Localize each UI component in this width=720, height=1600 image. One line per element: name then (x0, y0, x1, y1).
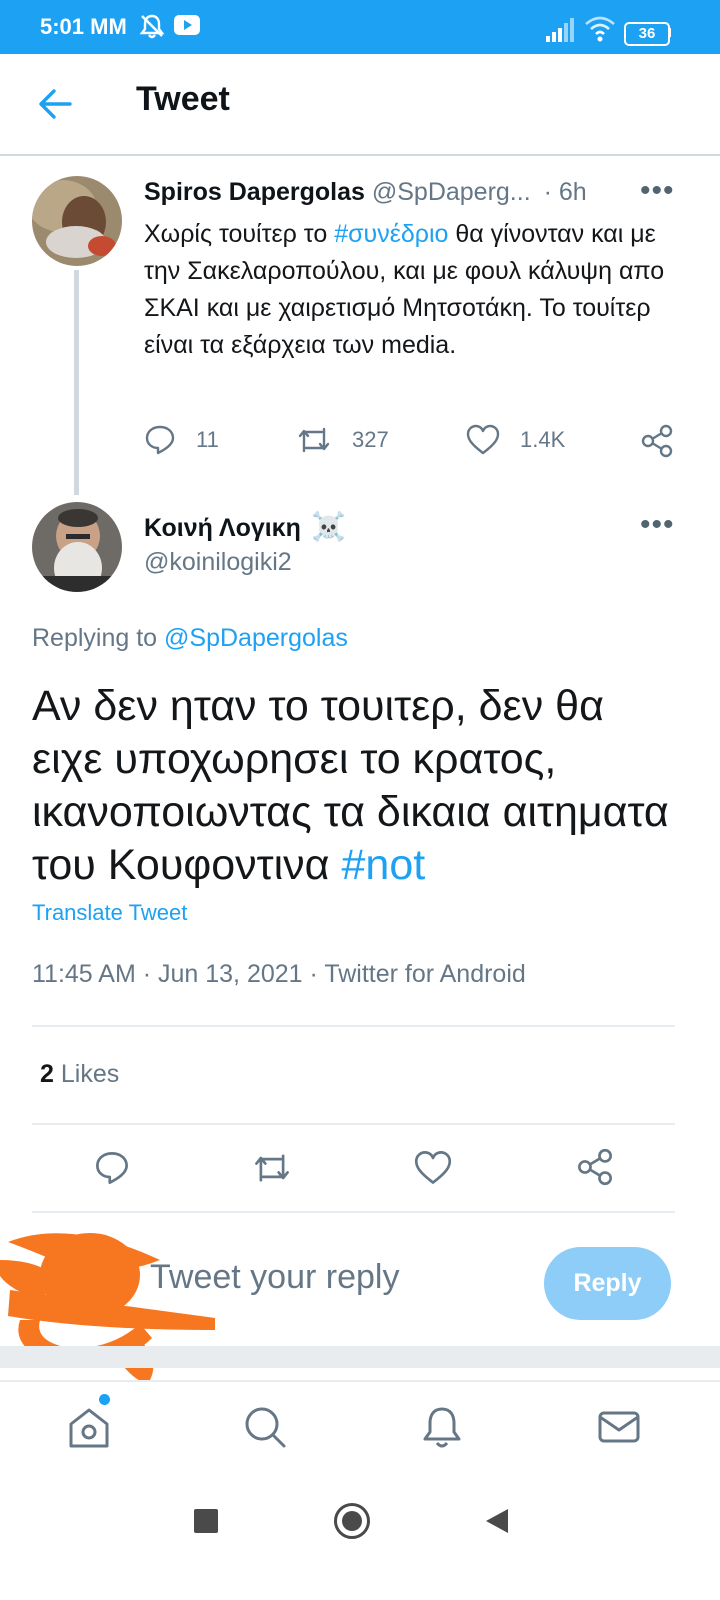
signal-icon (546, 18, 574, 42)
reply-submit-button[interactable]: Reply (544, 1247, 671, 1320)
retweet-icon (298, 427, 330, 453)
tweet-time[interactable]: 6h (559, 178, 587, 206)
battery-level: 36 (638, 25, 656, 42)
replying-to: Replying to @SpDapergolas (32, 624, 348, 653)
focused-display-name[interactable]: Κοινή Λογικη ☠️ (144, 510, 346, 543)
page-title: Tweet (136, 80, 230, 118)
replying-to-handle[interactable]: @SpDapergolas (164, 624, 348, 652)
translate-tweet-link[interactable]: Translate Tweet (32, 900, 187, 926)
tweet-header: Spiros Dapergolas @SpDaperg... · 6h (144, 178, 664, 207)
skull-crossbones-icon: ☠️ (311, 511, 347, 542)
back-triangle-icon[interactable] (484, 1507, 510, 1535)
time-separator: · (543, 178, 552, 206)
battery-tip (668, 28, 671, 37)
retweet-icon (255, 1154, 289, 1182)
hashtag-link[interactable]: #συνέδριο (334, 220, 448, 248)
section-separator (0, 1346, 720, 1368)
focused-tweet-text: Αν δεν ηταν το τουιτερ, δεν θα ειχε υποχ… (32, 680, 682, 892)
tweet-text-part1: Χωρίς τουίτερ το (144, 220, 335, 248)
wifi-icon (585, 16, 615, 42)
app-header: Tweet (0, 54, 720, 156)
like-count: 1.4K (520, 427, 566, 452)
android-nav-bar (0, 1472, 720, 1600)
new-content-dot (99, 1394, 110, 1405)
mute-icon (139, 14, 165, 39)
like-action[interactable]: 1.4K (466, 424, 565, 456)
divider (32, 1123, 675, 1125)
recents-icon[interactable] (194, 1509, 218, 1533)
reply-icon (145, 425, 175, 455)
home-circle-icon[interactable] (334, 1503, 370, 1539)
notifications-icon (423, 1407, 461, 1448)
share-icon (578, 1148, 612, 1186)
nav-search[interactable] (242, 1404, 288, 1455)
tweet-timestamp: 11:45 AM · Jun 13, 2021 · Twitter for An… (32, 960, 526, 988)
home-circle-inner (342, 1511, 362, 1531)
likes-label: Likes (60, 1060, 120, 1088)
reply-action[interactable]: 11 (144, 424, 219, 456)
share-button[interactable] (576, 1148, 614, 1191)
avatar[interactable] (32, 502, 122, 592)
heart-icon (414, 1151, 452, 1184)
reply-icon (96, 1152, 128, 1184)
search-icon (245, 1407, 286, 1448)
heart-icon (466, 424, 500, 455)
status-time: 5:01 MM (40, 14, 127, 39)
divider (32, 1025, 675, 1027)
nav-notifications[interactable] (419, 1404, 465, 1455)
reply-count: 11 (196, 427, 219, 452)
back-button[interactable] (30, 80, 82, 128)
more-options-icon[interactable]: ••• (640, 508, 675, 542)
reply-button[interactable] (94, 1150, 130, 1191)
battery-icon: 36 (624, 22, 670, 46)
share-action[interactable] (640, 424, 674, 458)
nav-home[interactable] (66, 1394, 112, 1455)
home-icon (69, 1408, 109, 1448)
thread-line (74, 270, 79, 495)
nav-messages[interactable] (596, 1404, 642, 1455)
messages-icon (598, 1411, 640, 1443)
status-bar: 5:01 MM 36 (0, 0, 720, 54)
handle[interactable]: @koinilogiki2 (144, 548, 292, 577)
likes-summary[interactable]: 2 Likes (40, 1060, 119, 1089)
display-name[interactable]: Κοινή Λογικη (144, 514, 301, 542)
likes-count: 2 (40, 1060, 54, 1088)
display-name[interactable]: Spiros Dapergolas (144, 178, 365, 206)
bottom-nav (0, 1380, 720, 1474)
more-options-icon[interactable]: ••• (640, 174, 675, 208)
avatar[interactable] (32, 176, 122, 266)
back-arrow-icon (39, 89, 72, 119)
avatar-image (32, 502, 122, 592)
like-button[interactable] (414, 1150, 452, 1191)
retweet-count: 327 (352, 427, 389, 452)
replying-to-label: Replying to (32, 624, 165, 652)
retweet-button[interactable] (252, 1150, 292, 1191)
youtube-icon (174, 15, 200, 35)
avatar-image (32, 176, 122, 266)
tweet-text: Χωρίς τουίτερ το #συνέδριο θα γίνονταν κ… (144, 216, 684, 364)
divider (32, 1211, 675, 1213)
handle[interactable]: @SpDaperg... (372, 178, 531, 206)
share-icon (641, 424, 673, 458)
retweet-action[interactable]: 327 (296, 424, 389, 456)
hashtag-link[interactable]: #not (341, 841, 425, 889)
